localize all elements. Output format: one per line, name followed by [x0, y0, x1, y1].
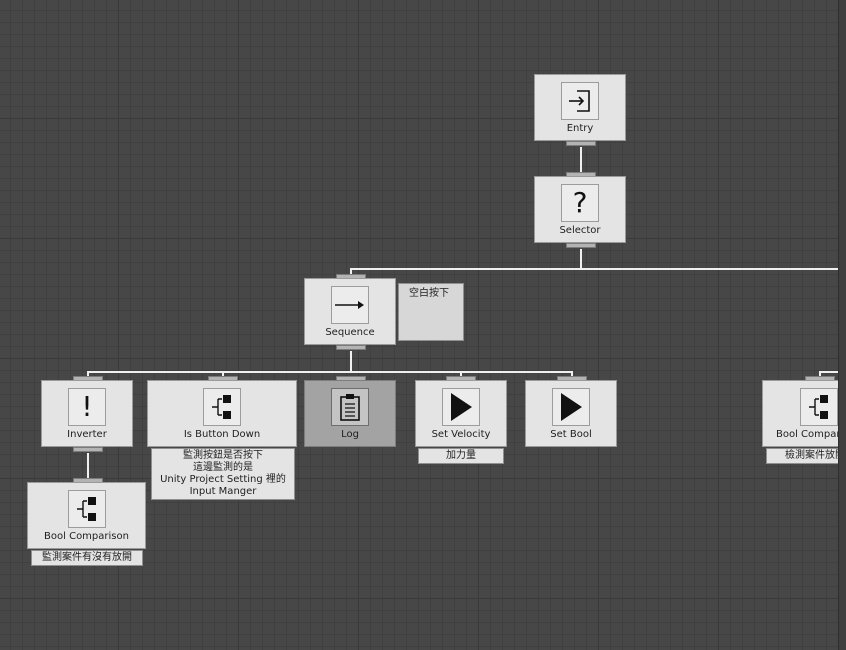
- bool-comparison-right-comment: 檢測案件放開: [766, 448, 846, 464]
- node-label: Set Bool: [550, 429, 592, 440]
- conditional-icon: [203, 388, 241, 426]
- log-node[interactable]: Log: [304, 380, 396, 447]
- connection-line: [580, 249, 582, 268]
- node-label: Is Button Down: [183, 429, 261, 440]
- node-label: Entry: [566, 123, 594, 134]
- set-velocity-node[interactable]: Set Velocity: [415, 380, 507, 447]
- set-bool-node[interactable]: Set Bool: [525, 380, 617, 447]
- node-label: Log: [341, 429, 359, 440]
- connection-line: [819, 371, 840, 373]
- bool-comparison-node[interactable]: Bool Comparison: [27, 482, 146, 549]
- node-label: Inverter: [67, 429, 107, 440]
- comment-text: 監測案件有沒有放開: [42, 552, 132, 563]
- comment-line: Unity Project Setting 裡的: [160, 474, 286, 485]
- question-mark-icon: ?: [561, 184, 599, 222]
- sequence-node[interactable]: Sequence: [304, 278, 396, 345]
- play-icon: [442, 388, 480, 426]
- comment-text: 檢測案件放開: [785, 450, 845, 461]
- exclamation-icon: !: [68, 388, 106, 426]
- bool-comparison-comment: 監測案件有沒有放開: [31, 550, 143, 566]
- entry-icon: [561, 82, 599, 120]
- behavior-tree-canvas[interactable]: Entry ? Selector Sequence 空白按下 ! Inverte…: [0, 0, 846, 650]
- connection-line: [350, 351, 352, 372]
- play-icon: [552, 388, 590, 426]
- connection-line: [350, 268, 840, 270]
- bool-comparison-node-right[interactable]: Bool Compar: [762, 380, 846, 447]
- sequence-comment: 空白按下: [398, 283, 464, 341]
- connection-line: [580, 147, 582, 175]
- set-velocity-comment: 加力量: [418, 448, 504, 464]
- vertical-scrollbar[interactable]: [838, 0, 846, 650]
- node-label: Set Velocity: [431, 429, 491, 440]
- output-port[interactable]: [566, 141, 596, 146]
- selector-node[interactable]: ? Selector: [534, 176, 626, 243]
- inverter-node[interactable]: ! Inverter: [41, 380, 133, 447]
- comment-line: 監測按鈕是否按下: [183, 450, 263, 461]
- output-port[interactable]: [566, 243, 596, 248]
- comment-text: 加力量: [446, 450, 476, 461]
- connection-line: [87, 371, 573, 373]
- node-label: Selector: [559, 225, 601, 236]
- node-label: Sequence: [325, 327, 375, 338]
- comment-line: Input Manger: [189, 486, 257, 497]
- node-label: Bool Compar: [776, 429, 841, 440]
- output-port[interactable]: [336, 345, 366, 350]
- entry-node[interactable]: Entry: [534, 74, 626, 141]
- is-button-down-comment: 監測按鈕是否按下 這邊監測的是 Unity Project Setting 裡的…: [151, 448, 295, 500]
- comment-line: 這邊監測的是: [193, 462, 253, 473]
- comment-text: 空白按下: [409, 288, 449, 299]
- conditional-icon: [67, 490, 106, 528]
- connection-line: [87, 453, 89, 478]
- is-button-down-node[interactable]: Is Button Down: [147, 380, 297, 447]
- output-port[interactable]: [73, 447, 103, 452]
- arrow-right-icon: [331, 286, 369, 324]
- conditional-icon: [800, 388, 838, 426]
- node-label: Bool Comparison: [44, 531, 129, 542]
- notepad-icon: [331, 388, 369, 426]
